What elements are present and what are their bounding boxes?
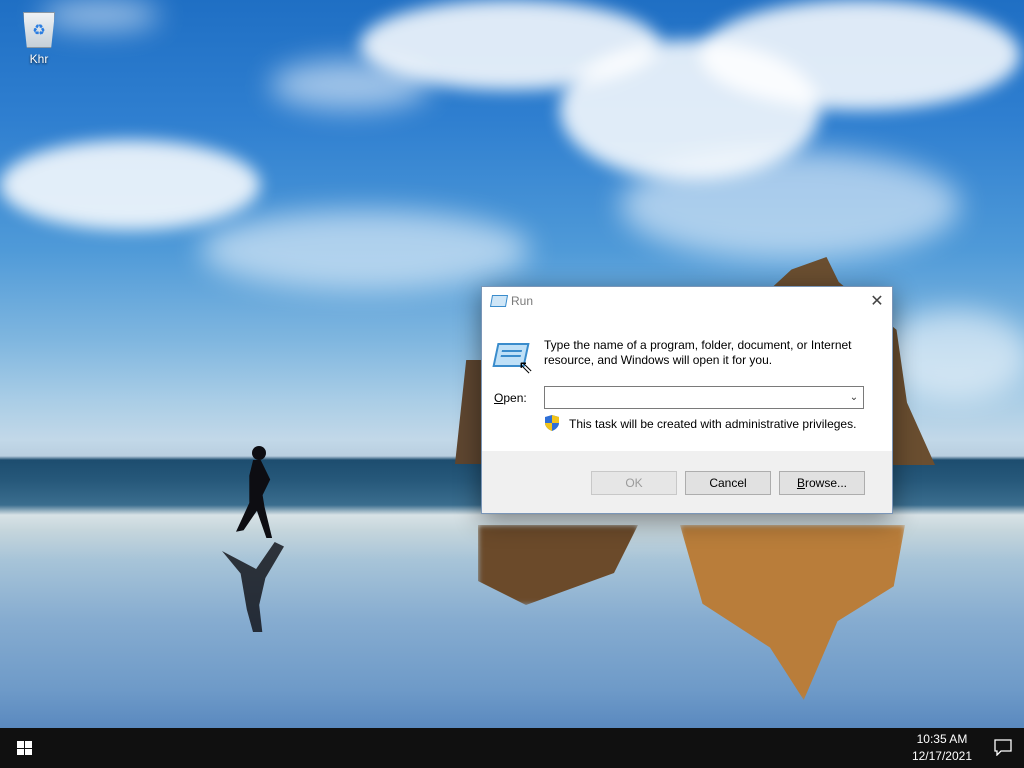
rock [455, 360, 483, 464]
rock-reflection [478, 525, 638, 605]
run-description: Type the name of a program, folder, docu… [544, 338, 852, 367]
browse-label: rowse... [805, 476, 848, 490]
cloud [270, 60, 430, 110]
desktop-icon-label: Khr [29, 52, 49, 66]
windows-logo-icon [17, 741, 32, 755]
rock-reflection [680, 525, 905, 700]
taskbar-clock[interactable]: 10:35 AM 12/17/2021 [912, 731, 972, 765]
admin-privileges-note: This task will be created with administr… [569, 417, 857, 431]
open-combobox[interactable]: ⌄ [544, 386, 864, 409]
desktop-icon-recycle-bin[interactable]: ♻ Khr [10, 8, 68, 66]
cloud [620, 150, 960, 260]
ok-button[interactable]: OK [591, 471, 677, 495]
browse-accelerator: B [796, 476, 805, 490]
taskbar: 10:35 AM 12/17/2021 [0, 728, 1024, 768]
clock-time: 10:35 AM [916, 732, 968, 746]
open-input[interactable] [545, 387, 843, 406]
run-dialog: Run ✕ ⇖ Type the name of a program, fold… [481, 286, 893, 514]
start-button[interactable] [0, 728, 48, 768]
recycle-bin-icon: ♻ [23, 12, 55, 48]
notification-center-icon[interactable] [994, 738, 1012, 756]
cloud [0, 140, 260, 230]
close-icon: ✕ [870, 293, 884, 310]
dialog-title: Run [511, 294, 534, 308]
run-app-icon [489, 295, 509, 307]
cloud [700, 0, 1020, 110]
open-label: Open: [494, 391, 527, 405]
close-button[interactable]: ✕ [862, 287, 892, 316]
open-label-text: pen: [503, 391, 527, 405]
mouse-cursor-icon: ⇖ [518, 357, 534, 377]
runner-silhouette [236, 460, 273, 538]
cancel-button[interactable]: Cancel [685, 471, 771, 495]
browse-button[interactable]: Browse... [779, 471, 865, 495]
runner-silhouette [252, 446, 266, 460]
clock-date: 12/17/2021 [911, 749, 972, 763]
uac-shield-icon [545, 415, 559, 431]
cloud [200, 210, 530, 290]
dialog-footer: OK Cancel Browse... [482, 451, 892, 513]
open-label-accelerator: O [494, 391, 504, 405]
dialog-titlebar[interactable]: Run ✕ [482, 287, 892, 316]
runner-reflection [222, 542, 284, 632]
chevron-down-icon[interactable]: ⌄ [847, 387, 861, 408]
